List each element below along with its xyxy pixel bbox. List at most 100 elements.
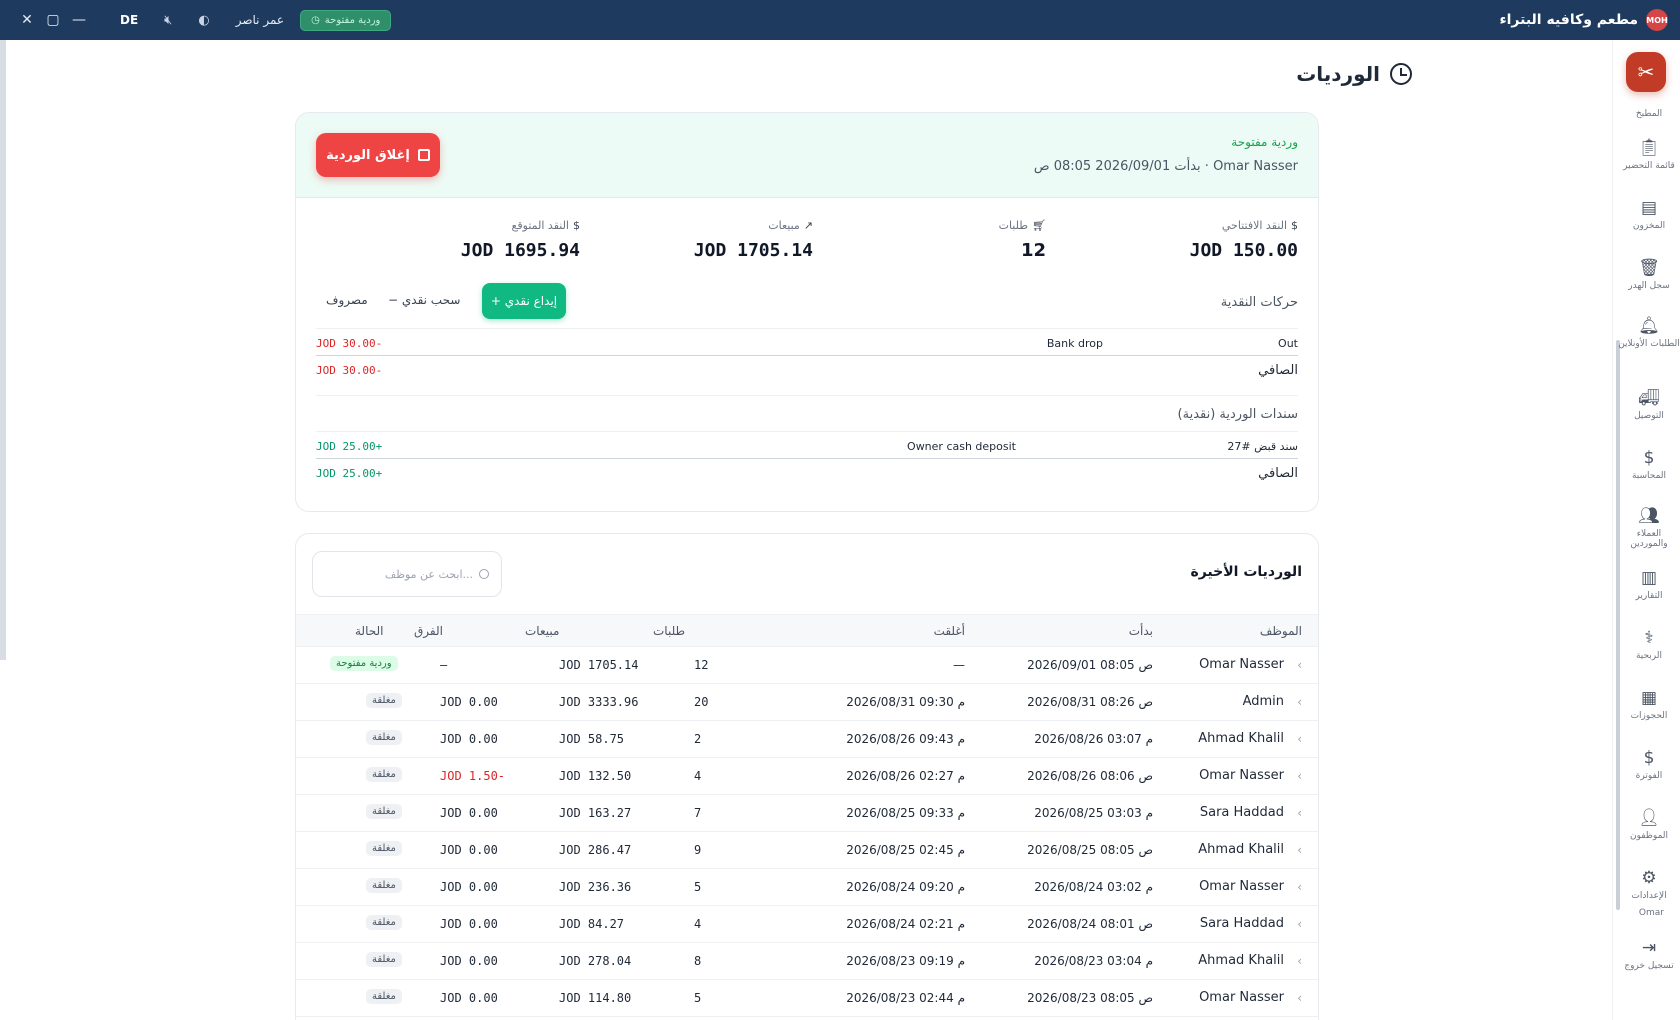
cell-diff: JOD 0.00 bbox=[440, 695, 498, 709]
staff-icon: 👤︎ bbox=[1638, 808, 1660, 828]
cell-sales: JOD 286.47 bbox=[559, 843, 632, 857]
sidebar-item-8[interactable]: ▥ التقارير bbox=[1618, 568, 1680, 601]
cell-orders: 4 bbox=[694, 917, 702, 931]
sidebar-item-6[interactable]: $ المحاسبة bbox=[1618, 448, 1680, 481]
sidebar-item-0[interactable]: ⌒ المطبخ bbox=[1618, 100, 1680, 119]
col-employee[interactable]: الموظف bbox=[1260, 624, 1302, 638]
voucher-note: Owner cash deposit bbox=[907, 440, 1016, 453]
cell-employee: Omar Nasser bbox=[1199, 657, 1284, 672]
maximize-window-icon[interactable]: ▢ bbox=[40, 7, 66, 33]
table-row[interactable]: ‹ Ahmad Khalil 2026/08/25 08:05 ص 2026/08/2… bbox=[296, 832, 1318, 869]
table-row[interactable]: ‹ Ahmad Khalil 2026/08/23 03:04 م 2026/08/2… bbox=[296, 943, 1318, 980]
col-sales[interactable]: مبيعات bbox=[525, 624, 559, 638]
cell-diff: JOD 0.00 bbox=[440, 843, 498, 857]
close-window-icon[interactable]: ✕ bbox=[14, 7, 40, 33]
cash-deposit-button[interactable]: + إيداع نقدي bbox=[482, 283, 566, 319]
table-row[interactable]: ‹ Sara Haddad 2026/08/25 03:03 م 2026/08/25… bbox=[296, 795, 1318, 832]
table-row[interactable]: ‹ Omar Nasser 2026/09/01 08:05 ص — 12 JOD 170… bbox=[296, 647, 1318, 684]
col-started[interactable]: بدأت bbox=[1129, 624, 1153, 638]
col-orders[interactable]: طلبات bbox=[653, 624, 685, 638]
sidebar-item-9[interactable]: ⚕ الربحية bbox=[1618, 628, 1680, 661]
sidebar-item-label: الحجوزات bbox=[1630, 711, 1668, 721]
sidebar-item-12[interactable]: 👤︎ الموظفون bbox=[1618, 808, 1680, 841]
chef-icon: ⌒ bbox=[1618, 100, 1680, 106]
sidebar-item-label: سجل الهدر bbox=[1628, 281, 1670, 291]
col-diff[interactable]: الفرق bbox=[414, 624, 443, 638]
sidebar-item-1[interactable]: 📋︎ قائمة التحضير bbox=[1618, 138, 1680, 171]
status-badge: مغلقة bbox=[366, 878, 402, 893]
sidebar-item-label: الربحية bbox=[1635, 651, 1663, 661]
sidebar-item-5[interactable]: 🚚︎ التوصيل bbox=[1618, 388, 1680, 421]
cell-employee: Ahmad Khalil bbox=[1198, 953, 1284, 968]
mute-icon[interactable]: 🔇︎ bbox=[164, 13, 172, 28]
sidebar-item-label: التوصيل bbox=[1634, 411, 1664, 421]
shift-started: بدأت 2026/09/01 08:05 ص · Omar Nasser bbox=[1033, 159, 1298, 174]
shift-header: وردية مفتوحة بدأت 2026/09/01 08:05 ص · O… bbox=[296, 113, 1318, 198]
stat-orders: طلبات 🛒︎ 12 bbox=[846, 219, 1046, 261]
col-status[interactable]: الحالة bbox=[355, 624, 383, 638]
cell-started: 2026/08/25 08:05 ص bbox=[1027, 843, 1153, 857]
vouchers-title: سندات الوردية (نقدية) bbox=[1177, 407, 1298, 422]
logout-label: تسجيل خروج bbox=[1624, 961, 1674, 971]
brand-logo-icon[interactable]: ✂ bbox=[1626, 52, 1666, 92]
table-row[interactable]: ‹ Admin 2026/08/31 08:26 ص 2026/08/31 09:30… bbox=[296, 684, 1318, 721]
cell-sales: JOD 278.04 bbox=[559, 954, 632, 968]
table-row[interactable]: ‹ Omar Nasser 2026/08/23 08:05 ص 2026/08/23… bbox=[296, 980, 1318, 1017]
table-row[interactable]: ‹ Omar Nasser 2026/08/24 03:02 م 2026/08/24… bbox=[296, 869, 1318, 906]
cell-started: 2026/09/01 08:05 ص bbox=[1027, 658, 1153, 672]
invoice-icon: $ bbox=[1643, 748, 1655, 768]
sidebar-item-10[interactable]: ▦ الحجوزات bbox=[1618, 688, 1680, 721]
status-badge: مغلقة bbox=[366, 989, 402, 1004]
cell-orders: 20 bbox=[694, 695, 709, 709]
logout-button[interactable]: ⇥ تسجيل خروج bbox=[1618, 938, 1680, 971]
cell-started: 2026/08/24 03:02 م bbox=[1034, 880, 1153, 894]
table-row[interactable]: ‹ Omar Nasser 2026/08/26 08:06 ص 2026/08/26… bbox=[296, 758, 1318, 795]
table-row[interactable]: ‹ Ahmad Khalil 2026/08/26 03:07 م 2026/08/2… bbox=[296, 721, 1318, 758]
page-scrollbar[interactable] bbox=[0, 40, 6, 660]
cell-orders: 8 bbox=[694, 954, 702, 968]
language-switch[interactable]: DE bbox=[120, 13, 138, 27]
sidebar-item-label: الطلبات الأونلاين bbox=[1618, 339, 1680, 349]
minimize-window-icon[interactable]: — bbox=[66, 7, 92, 33]
divider bbox=[316, 395, 1298, 396]
sidebar-item-11[interactable]: $ الفوترة bbox=[1618, 748, 1680, 781]
cell-sales: JOD 84.27 bbox=[559, 917, 625, 931]
shift-status-badge[interactable]: ◷ وردية مفتوحة bbox=[300, 9, 392, 31]
close-shift-button[interactable]: إغلاق الوردية bbox=[316, 133, 440, 177]
cart-icon: 🛒︎ bbox=[1032, 219, 1046, 232]
sidebar-item-7[interactable]: 👥︎ العملاء والموردين bbox=[1618, 506, 1680, 549]
cell-orders: 4 bbox=[694, 769, 702, 783]
stat-value: JOD 150.00 bbox=[1189, 240, 1298, 261]
cell-sales: JOD 132.50 bbox=[559, 769, 632, 783]
palette-icon[interactable]: ◐ bbox=[198, 13, 209, 28]
chevron-icon: ‹ bbox=[1297, 843, 1302, 857]
sidebar-item-2[interactable]: ▤ المخزون bbox=[1618, 198, 1680, 231]
inventory-icon: ▤ bbox=[1640, 198, 1658, 218]
cell-orders: 2 bbox=[694, 732, 702, 746]
sidebar-item-4[interactable]: 🔔︎ الطلبات الأونلاين bbox=[1618, 316, 1680, 349]
expense-button[interactable]: مصروف bbox=[326, 293, 368, 307]
cell-started: 2026/08/23 08:05 ص bbox=[1027, 991, 1153, 1005]
voucher-ref: سند قبض #27 bbox=[1227, 440, 1298, 453]
bell-icon: 🔔︎ bbox=[1638, 316, 1660, 336]
cell-closed: 2026/08/25 09:33 م bbox=[846, 806, 965, 820]
cash-withdraw-button[interactable]: − سحب نقدي bbox=[388, 293, 460, 307]
sidebar-item-3[interactable]: 🗑︎ سجل الهدر bbox=[1618, 258, 1680, 291]
chevron-icon: ‹ bbox=[1297, 991, 1302, 1005]
cash-movements-title: حركات النقدية bbox=[1220, 295, 1298, 310]
stat-opening-cash: النقد الافتتاحي $ JOD 150.00 bbox=[1098, 219, 1298, 261]
app-logo: MOH bbox=[1646, 9, 1668, 31]
movements-net-row: الصافي JOD 30.00- bbox=[316, 355, 1298, 383]
clock-icon: ◷ bbox=[311, 14, 320, 26]
search-icon bbox=[479, 569, 489, 579]
movement-amount: JOD 30.00- bbox=[316, 337, 383, 350]
table-row[interactable]: ‹ Sara Haddad 2026/08/24 08:01 ص 2026/08/24… bbox=[296, 906, 1318, 943]
title-bar: ✕ ▢ — DE 🔇︎ ◐ عمر ناصر ◷ وردية مفتوحة مط… bbox=[0, 0, 1680, 40]
current-user[interactable]: عمر ناصر bbox=[236, 13, 284, 27]
col-closed[interactable]: أغلقت bbox=[934, 624, 965, 638]
employee-search-input[interactable]: ابحث عن موظف... bbox=[312, 551, 502, 597]
stat-value: 12 bbox=[1020, 240, 1046, 261]
net-label: الصافي bbox=[1258, 363, 1298, 378]
cell-sales: JOD 163.27 bbox=[559, 806, 632, 820]
sidebar-item-13[interactable]: ⚙ الإعدادات bbox=[1618, 868, 1680, 901]
